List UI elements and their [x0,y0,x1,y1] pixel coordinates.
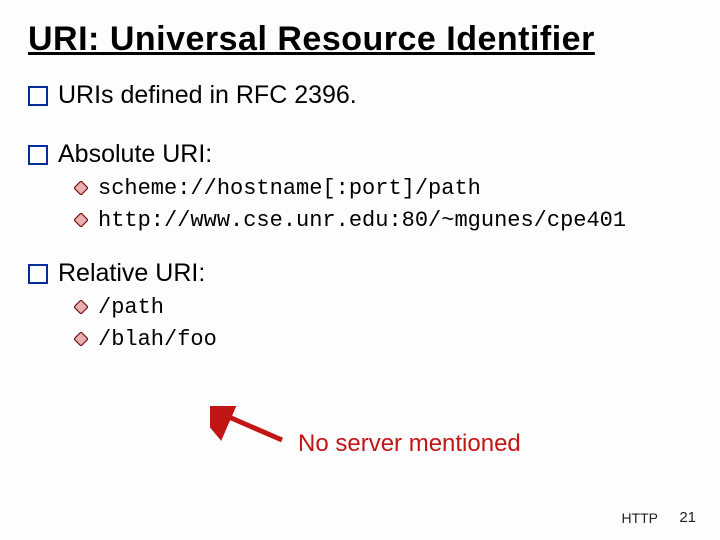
list-item: /path [74,292,692,324]
bullet-relative-text: Relative URI: [58,259,205,288]
bullet-rfc: URIs defined in RFC 2396. [28,81,692,110]
bullet-absolute-text: Absolute URI: [58,140,212,169]
list-item: /blah/foo [74,324,692,356]
slide: URI: Universal Resource Identifier URIs … [0,0,720,540]
bullet-rfc-text: URIs defined in RFC 2396. [58,81,357,110]
absolute-sublist: scheme://hostname[:port]/path http://www… [74,173,692,237]
sub-text: /blah/foo [98,324,217,356]
annotation-text: No server mentioned [298,430,521,458]
diamond-bullet-icon [74,181,88,195]
sub-text: scheme://hostname[:port]/path [98,173,481,205]
square-bullet-icon [28,86,48,106]
sub-text: http://www.cse.unr.edu:80/~mgunes/cpe401 [98,205,626,237]
list-item: http://www.cse.unr.edu:80/~mgunes/cpe401 [74,205,692,237]
square-bullet-icon [28,264,48,284]
bullet-absolute: Absolute URI: [28,140,692,169]
bullet-relative: Relative URI: [28,259,692,288]
square-bullet-icon [28,145,48,165]
diamond-bullet-icon [74,300,88,314]
footer-topic: HTTP [621,510,658,526]
relative-sublist: /path /blah/foo [74,292,692,356]
list-item: scheme://hostname[:port]/path [74,173,692,205]
diamond-bullet-icon [74,213,88,227]
slide-title: URI: Universal Resource Identifier [28,20,692,59]
footer-page-number: 21 [679,509,696,526]
arrow-icon [210,406,288,451]
sub-text: /path [98,292,164,324]
diamond-bullet-icon [74,332,88,346]
